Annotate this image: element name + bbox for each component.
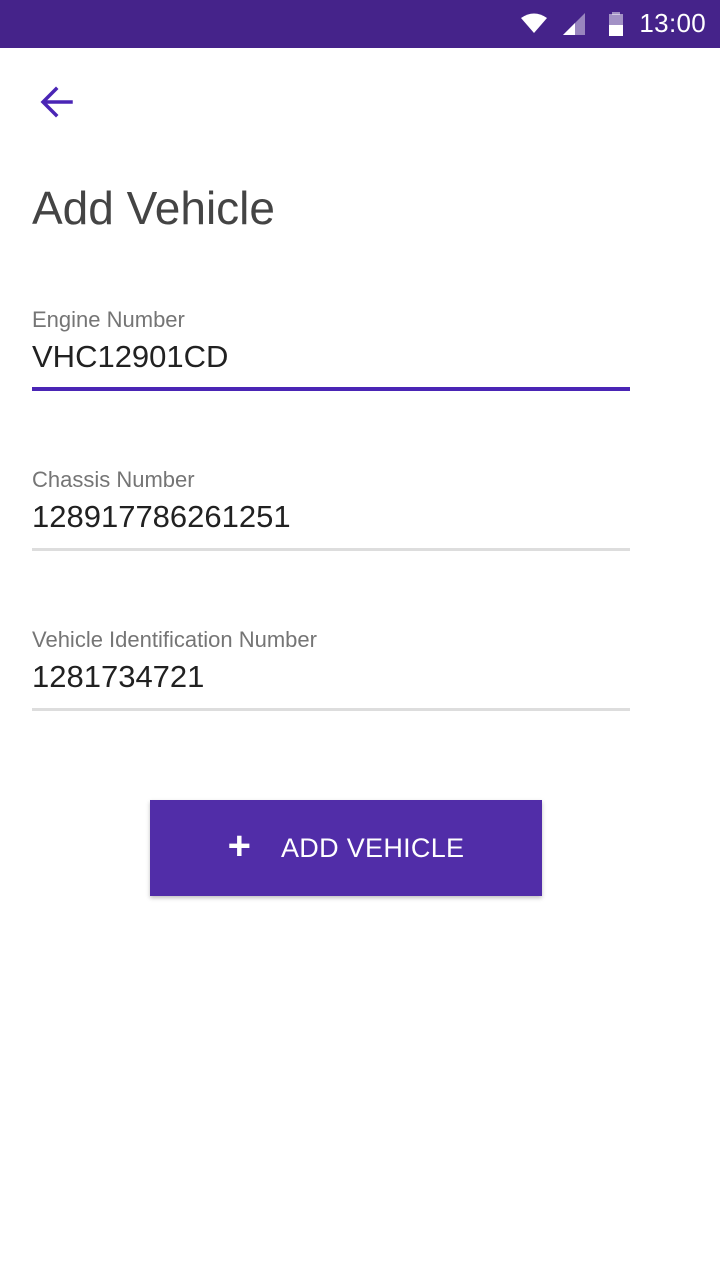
vin-label: Vehicle Identification Number <box>32 627 317 652</box>
status-bar: 13:00 <box>0 0 720 48</box>
status-time: 13:00 <box>639 8 706 38</box>
engine-number-input[interactable] <box>32 334 630 380</box>
chassis-number-underline <box>32 548 630 551</box>
add-vehicle-label: ADD VEHICLE <box>281 832 465 863</box>
chassis-number-input[interactable] <box>32 494 630 540</box>
back-button[interactable] <box>24 78 88 130</box>
page-title: Add Vehicle <box>32 182 275 234</box>
vin-underline <box>32 708 630 711</box>
engine-number-field[interactable]: Engine Number <box>32 306 630 406</box>
chassis-number-field[interactable]: Chassis Number <box>32 466 630 566</box>
engine-number-label: Engine Number <box>32 307 185 332</box>
arrow-left-icon <box>38 84 74 125</box>
vin-input[interactable] <box>32 654 630 700</box>
signal-icon <box>561 0 587 48</box>
engine-number-underline <box>32 387 630 391</box>
plus-icon: + <box>227 824 251 868</box>
battery-icon <box>607 0 625 48</box>
chassis-number-label: Chassis Number <box>32 467 195 492</box>
vin-field[interactable]: Vehicle Identification Number <box>32 626 630 726</box>
wifi-icon <box>520 0 548 48</box>
add-vehicle-button[interactable]: + ADD VEHICLE <box>150 800 542 896</box>
